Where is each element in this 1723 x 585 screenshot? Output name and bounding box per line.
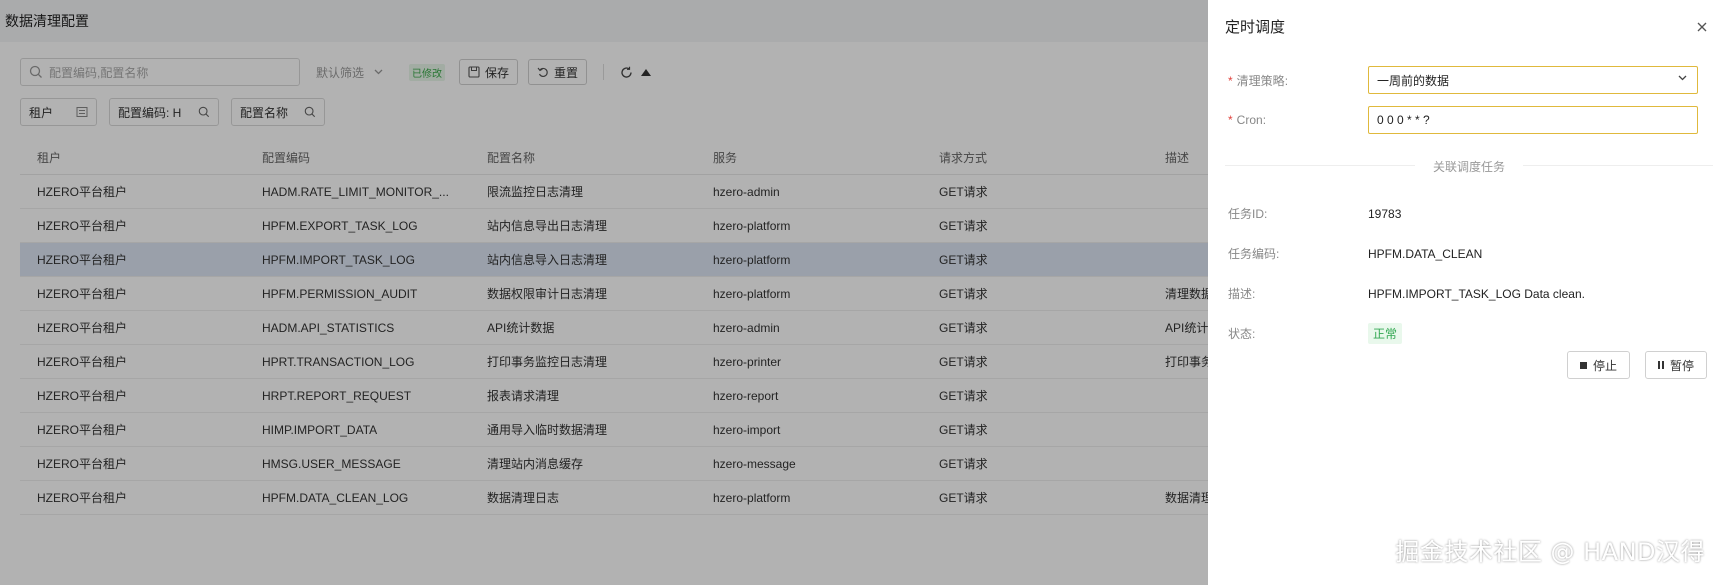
- strategy-row: * 清理策略: 一周前的数据: [1228, 66, 1698, 94]
- task-id-label: 任务ID:: [1228, 207, 1268, 221]
- status-badge: 正常: [1368, 323, 1403, 344]
- modal-mask[interactable]: [0, 0, 1208, 585]
- status-row: 状态: 正常: [1228, 323, 1403, 344]
- task-code-value: HPFM.DATA_CLEAN: [1368, 246, 1483, 261]
- schedule-drawer: 定时调度 * 清理策略: 一周前的数据 * Cron: 0 0 0 * * ? 关联…: [1208, 0, 1723, 585]
- drawer-title: 定时调度: [1225, 19, 1286, 36]
- stop-button[interactable]: 停止: [1567, 351, 1631, 379]
- strategy-value: 一周前的数据: [1377, 73, 1450, 88]
- task-id-row: 任务ID: 19783: [1228, 205, 1401, 222]
- cron-label: * Cron:: [1228, 113, 1267, 127]
- stop-icon: [1580, 361, 1587, 369]
- cron-value: 0 0 0 * * ?: [1377, 113, 1430, 127]
- strategy-select[interactable]: 一周前的数据: [1368, 66, 1698, 94]
- status-label: 状态:: [1228, 327, 1256, 341]
- section-title: 关联调度任务: [1422, 160, 1515, 174]
- strategy-label: * 清理策略:: [1228, 73, 1289, 88]
- pause-label: 暂停: [1670, 358, 1695, 373]
- cron-input[interactable]: 0 0 0 * * ?: [1368, 106, 1698, 134]
- pause-button[interactable]: 暂停: [1645, 351, 1708, 379]
- close-icon[interactable]: [1695, 20, 1709, 34]
- pause-icon: [1658, 361, 1664, 369]
- task-id-value: 19783: [1368, 206, 1402, 221]
- cron-row: * Cron: 0 0 0 * * ?: [1228, 106, 1698, 134]
- desc-label: 描述:: [1228, 287, 1256, 301]
- desc-row: 描述: HPFM.IMPORT_TASK_LOG Data clean.: [1228, 285, 1585, 302]
- section-divider: 关联调度任务: [1225, 158, 1713, 174]
- watermark: 掘金技术社区 @ HAND汉得: [1395, 538, 1705, 566]
- desc-value: HPFM.IMPORT_TASK_LOG Data clean.: [1368, 286, 1585, 301]
- task-code-label: 任务编码:: [1228, 247, 1280, 261]
- chevron-down-icon: [1678, 75, 1687, 81]
- stop-label: 停止: [1593, 358, 1618, 373]
- task-code-row: 任务编码: HPFM.DATA_CLEAN: [1228, 245, 1482, 262]
